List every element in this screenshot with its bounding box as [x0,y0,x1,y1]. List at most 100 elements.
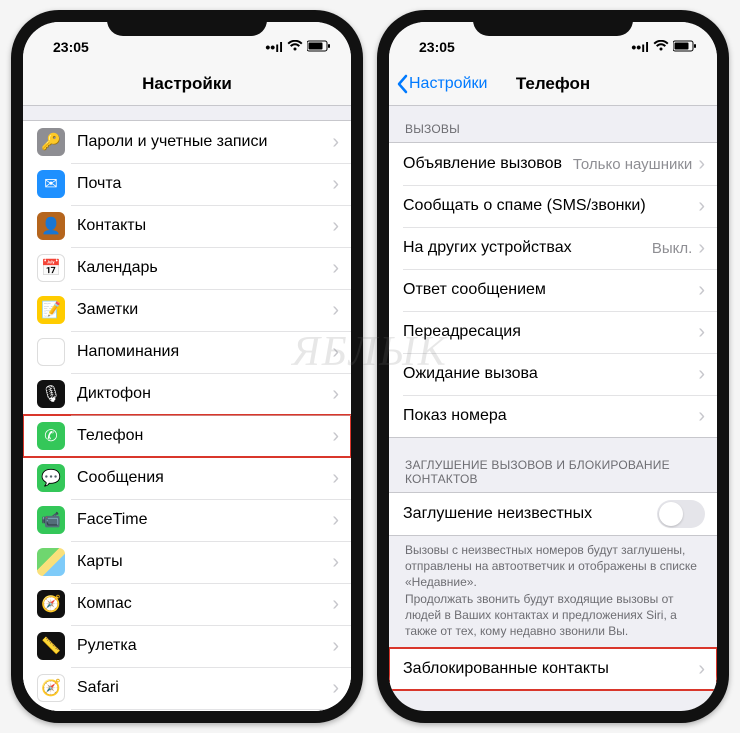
row-label: Ответ сообщением [403,281,698,299]
silence-unknown-row[interactable]: Заглушение неизвестных [389,493,717,535]
row-label: Компас [77,595,332,613]
row-label: FaceTime [77,511,332,529]
row-label: Сообщения [77,469,332,487]
messages-icon: 💬 [37,464,65,492]
chevron-right-icon: › [332,552,339,572]
calls-header: ВЫЗОВЫ [389,106,717,142]
row-сообщать-о-спаме-sms-звонки-[interactable]: Сообщать о спаме (SMS/звонки)› [389,185,717,227]
chevron-right-icon: › [332,678,339,698]
notes-icon: 📝 [37,296,65,324]
row-label: Почта [77,175,332,193]
row-label: Телефон [77,427,332,445]
device-right: 23:05 ••ıl Настройки Телефон ВЫЗОВЫ Объя… [377,10,729,723]
settings-row-phone[interactable]: ✆ Телефон› [23,415,351,457]
chevron-right-icon: › [332,384,339,404]
battery-icon [307,39,331,55]
wifi-icon [287,39,303,55]
settings-row-voice-memos[interactable]: 🎙 Диктофон› [23,373,351,415]
mail-icon: ✉ [37,170,65,198]
settings-row-mail[interactable]: ✉Почта› [23,163,351,205]
row-label: Напоминания [77,343,332,361]
phone-settings[interactable]: ВЫЗОВЫ Объявление вызововТолько наушники… [389,106,717,711]
reminders-icon: ⋮ [37,338,65,366]
row-value: Выкл. [652,240,692,257]
row-label: Сообщать о спаме (SMS/звонки) [403,197,698,215]
phone-icon: ✆ [37,422,65,450]
notch [473,10,633,36]
settings-row-measure[interactable]: 📏Рулетка› [23,625,351,667]
screen-left: 23:05 ••ıl Настройки 🔑Пароли и учетные з… [23,22,351,711]
row-label: Карты [77,553,332,571]
row-label: Контакты [77,217,332,235]
chevron-right-icon: › [332,216,339,236]
status-icons: ••ıl [631,39,697,55]
nav-title: Телефон [516,74,590,94]
wifi-icon [653,39,669,55]
chevron-right-icon: › [332,468,339,488]
contacts-icon: 👤 [37,212,65,240]
settings-list[interactable]: 🔑Пароли и учетные записи› ✉ Почта › 👤 Контакт… [23,106,351,711]
silence-unknown-toggle[interactable] [657,500,705,528]
blocked-contacts-label: Заблокированные контакты [403,660,698,678]
chevron-right-icon: › [698,364,705,384]
settings-row-safari[interactable]: 🧭 Safari› [23,667,351,709]
nav-bar: Настройки Телефон [389,62,717,106]
chevron-right-icon: › [332,342,339,362]
chevron-right-icon: › [332,510,339,530]
chevron-right-icon: › [332,258,339,278]
row-label: На других устройствах [403,239,652,257]
silence-unknown-label: Заглушение неизвестных [403,505,657,523]
chevron-right-icon: › [698,238,705,258]
row-объявление-вызовов[interactable]: Объявление вызововТолько наушники › [389,143,717,185]
chevron-right-icon: › [698,322,705,342]
nav-bar: Настройки [23,62,351,106]
settings-row-facetime[interactable]: 📹 FaceTime› [23,499,351,541]
back-button[interactable]: Настройки [395,74,487,94]
settings-row-stocks[interactable]: 📈Акции› [23,709,351,711]
chevron-right-icon: › [332,300,339,320]
settings-row-maps[interactable]: Карты› [23,541,351,583]
row-переадресация[interactable]: Переадресация› [389,311,717,353]
blocked-contacts-row[interactable]: Заблокированные контакты › [389,648,717,690]
facetime-icon: 📹 [37,506,65,534]
row-value: Только наушники [573,156,692,173]
compass-icon: 🧭 [37,590,65,618]
chevron-right-icon: › [332,132,339,152]
settings-row-reminders[interactable]: ⋮ Напоминания› [23,331,351,373]
voice-memos-icon: 🎙 [37,380,65,408]
device-left: 23:05 ••ıl Настройки 🔑Пароли и учетные з… [11,10,363,723]
status-time: 23:05 [419,39,455,55]
screen-right: 23:05 ••ıl Настройки Телефон ВЫЗОВЫ Объя… [389,22,717,711]
back-label: Настройки [409,75,487,93]
row-label: Рулетка [77,637,332,655]
safari-icon: 🧭 [37,674,65,702]
notch [107,10,267,36]
signal-icon: ••ıl [265,39,283,55]
row-label: Диктофон [77,385,332,403]
nav-title: Настройки [142,74,232,94]
row-на-других-устройствах[interactable]: На других устройствахВыкл. › [389,227,717,269]
settings-row-notes[interactable]: 📝 Заметки› [23,289,351,331]
chevron-right-icon: › [332,426,339,446]
chevron-right-icon: › [698,406,705,426]
calendar-icon: 📅 [37,254,65,282]
settings-row-messages[interactable]: 💬 Сообщения› [23,457,351,499]
row-label: Заметки [77,301,332,319]
settings-row-calendar[interactable]: 📅Календарь› [23,247,351,289]
row-label: Объявление вызовов [403,155,573,173]
chevron-right-icon: › [698,154,705,174]
row-label: Safari [77,679,332,697]
row-показ-номера[interactable]: Показ номера› [389,395,717,437]
chevron-right-icon: › [698,280,705,300]
row-label: Переадресация [403,323,698,341]
settings-row-compass[interactable]: 🧭 Компас› [23,583,351,625]
row-label: Ожидание вызова [403,365,698,383]
chevron-right-icon: › [332,594,339,614]
row-ответ-сообщением[interactable]: Ответ сообщением› [389,269,717,311]
chevron-right-icon: › [332,636,339,656]
silence-footer: Вызовы с неизвестных номеров будут заглу… [389,536,717,647]
settings-row-contacts[interactable]: 👤 Контакты› [23,205,351,247]
settings-row-key[interactable]: 🔑Пароли и учетные записи› [23,121,351,163]
row-ожидание-вызова[interactable]: Ожидание вызова› [389,353,717,395]
status-icons: ••ıl [265,39,331,55]
